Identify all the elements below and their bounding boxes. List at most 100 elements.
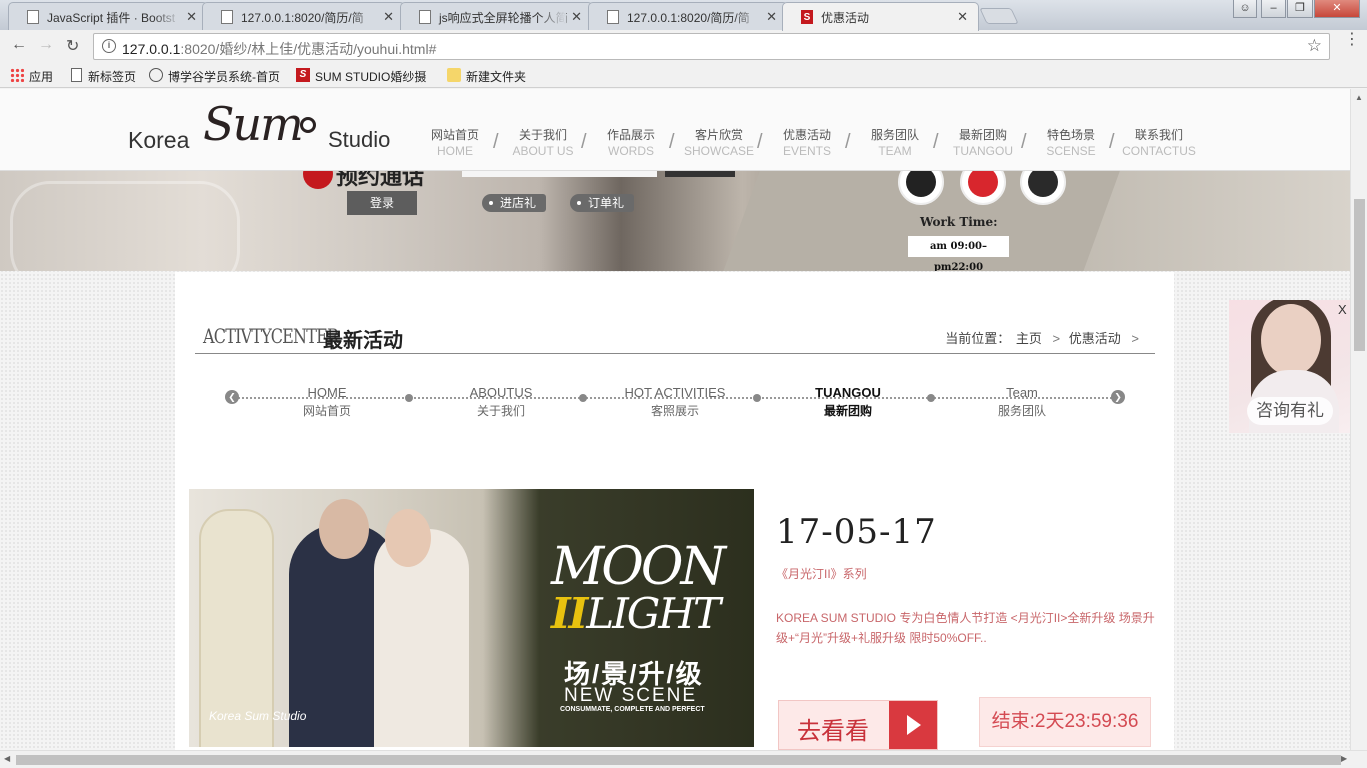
menu-icon[interactable]: ⋮ <box>1344 32 1360 48</box>
logo-studio: Studio <box>328 127 391 152</box>
promo-series[interactable]: 《月光汀II》系列 <box>776 565 867 582</box>
photo-decor <box>319 499 369 559</box>
work-time-label: Work Time: <box>920 215 998 229</box>
new-tab-button[interactable] <box>979 8 1019 24</box>
consult-widget[interactable]: 咨询有礼 <box>1229 300 1350 433</box>
promo-new-scene: NEW SCENE <box>564 685 698 706</box>
close-icon[interactable]: ✕ <box>571 9 582 25</box>
nav-en: ABOUT US <box>512 144 574 158</box>
bookmark-new-tab[interactable]: 新标签页 <box>69 68 136 85</box>
close-icon[interactable]: ✕ <box>957 9 968 25</box>
scroll-up-icon[interactable]: ▲ <box>1355 93 1363 102</box>
nav-scense[interactable]: 特色场景 SCENSE <box>1027 127 1115 159</box>
subnav-hot-activities[interactable]: HOT ACTIVITIES 客照展示 <box>605 384 745 420</box>
subnav-cn: 网站首页 <box>302 404 351 418</box>
browser-tab[interactable]: 127.0.0.1:8020/简历/简 ✕ <box>202 2 405 30</box>
tag-order-gift[interactable]: 订单礼 <box>570 194 635 212</box>
forward-icon[interactable]: → <box>38 36 54 54</box>
close-icon[interactable]: ✕ <box>766 9 777 25</box>
bookmark-folder[interactable]: 新建文件夹 <box>447 68 526 85</box>
brand-icon <box>303 171 333 189</box>
login-button[interactable]: 登录 <box>347 191 417 215</box>
close-icon[interactable]: ✕ <box>383 9 394 25</box>
promo-image[interactable]: MOON IILIGHT 场/景/升/级 NEW SCENE CONSUMMAT… <box>189 489 754 747</box>
nav-home[interactable]: 网站首页 HOME <box>411 127 499 159</box>
bookmark-apps[interactable]: 应用 <box>10 68 53 85</box>
breadcrumb-events[interactable]: 优惠活动 <box>1069 331 1121 346</box>
apps-icon <box>10 68 24 82</box>
browser-tab[interactable]: js响应式全屏轮播个人简 ✕ <box>400 2 593 30</box>
main-content: ACTIVTYCENTER 最新活动 当前位置： 主页 > 优惠活动 > ❮ ❯… <box>175 272 1174 750</box>
banner-input[interactable] <box>462 171 657 177</box>
tab-title: 127.0.0.1:8020/简历/简 <box>627 11 750 25</box>
browser-tab[interactable]: JavaScript 插件 · Bootst ✕ <box>8 2 208 30</box>
reload-icon[interactable]: ↻ <box>66 36 79 56</box>
minimize-button[interactable]: – <box>1261 0 1286 18</box>
promo-light-word: LIGHT <box>586 589 721 638</box>
close-icon[interactable]: X <box>1338 302 1347 317</box>
bookmark-boxuegu[interactable]: 博学谷学员系统-首页 <box>149 68 280 85</box>
site-header: Korea Sum Studio 网站首页 HOME / 关于我们 ABOUT US… <box>0 89 1350 171</box>
scroll-right-icon[interactable]: ▶ <box>1341 754 1347 763</box>
window-close-button[interactable]: ✕ <box>1314 0 1360 18</box>
logo-sum: Sum <box>203 97 304 151</box>
promo-light-prefix: II <box>551 589 588 638</box>
subnav-cn: 服务团队 <box>997 404 1046 418</box>
bookmark-sum-studio[interactable]: S SUM STUDIO婚纱摄 <box>296 68 426 85</box>
go-see-button[interactable]: 去看看 <box>778 700 938 750</box>
nav-team[interactable]: 服务团队 TEAM <box>851 127 939 159</box>
rose-icon <box>300 117 316 133</box>
breadcrumb-home[interactable]: 主页 <box>1016 331 1042 346</box>
scroll-thumb[interactable] <box>16 755 1341 765</box>
back-icon[interactable]: ← <box>11 36 27 54</box>
browser-tab-active[interactable]: S 优惠活动 ✕ <box>782 2 979 31</box>
browser-tab-strip: JavaScript 插件 · Bootst ✕ 127.0.0.1:8020/… <box>0 0 1367 31</box>
url-text[interactable]: 127.0.0.1:8020/婚纱/林上佳/优惠活动/youhui.html# <box>122 39 436 59</box>
browser-tab[interactable]: 127.0.0.1:8020/简历/简 ✕ <box>588 2 788 30</box>
subnav-aboutus[interactable]: ABOUTUS 关于我们 <box>431 384 571 420</box>
url-path: :8020/婚纱/林上佳/优惠活动/youhui.html# <box>180 41 437 57</box>
chevron-left-icon[interactable]: ❮ <box>225 390 239 404</box>
nav-cn: 作品展示 <box>606 128 655 142</box>
horizontal-scrollbar[interactable]: ◀ ▶ <box>0 750 1367 768</box>
bookmark-label: 博学谷学员系统-首页 <box>168 70 280 84</box>
subnav-cn: 客照展示 <box>650 404 699 418</box>
s-icon: S <box>801 10 813 24</box>
nav-en: SCENSE <box>1046 144 1096 158</box>
scroll-left-icon[interactable]: ◀ <box>4 754 10 763</box>
subnav-tuangou[interactable]: TUANGOU 最新团购 <box>778 384 918 420</box>
tab-fade <box>538 3 566 30</box>
address-bar[interactable]: i 127.0.0.1:8020/婚纱/林上佳/优惠活动/youhui.html… <box>93 33 1330 60</box>
subnav-en: HOT ACTIVITIES <box>624 385 726 400</box>
subnav-home[interactable]: HOME 网站首页 <box>257 384 397 420</box>
star-icon[interactable]: ☆ <box>1307 36 1322 56</box>
banner-submit-button[interactable] <box>665 171 735 177</box>
breadcrumb-label: 当前位置： <box>945 331 1011 346</box>
nav-cn: 联系我们 <box>1134 128 1183 142</box>
nav-en: TEAM <box>878 144 912 158</box>
nav-about[interactable]: 关于我们 ABOUT US <box>499 127 587 159</box>
nav-showcase[interactable]: 客片欣赏 SHOWCASE <box>675 127 763 159</box>
tab-title: 127.0.0.1:8020/简历/简 <box>241 11 364 25</box>
nav-cn: 服务团队 <box>870 128 919 142</box>
chevron-right-icon[interactable]: ❯ <box>1111 390 1125 404</box>
banner-brand-text: 预约通话 <box>336 171 425 189</box>
section-title: ACTIVTYCENTER 最新活动 <box>203 324 403 352</box>
nav-tuangou[interactable]: 最新团购 TUANGOU <box>939 127 1027 159</box>
maximize-button[interactable]: ❐ <box>1287 0 1313 18</box>
nav-separator: / <box>1021 131 1027 153</box>
scroll-thumb[interactable] <box>1354 199 1365 351</box>
tab-fade <box>350 3 378 30</box>
close-icon[interactable]: ✕ <box>186 9 197 25</box>
consult-label: 咨询有礼 <box>1247 397 1333 425</box>
nav-works[interactable]: 作品展示 WORDS <box>587 127 675 159</box>
nav-events[interactable]: 优惠活动 EVENTS <box>763 127 851 159</box>
tag-store-gift[interactable]: 进店礼 <box>482 194 547 212</box>
nav-contact[interactable]: 联系我们 CONTACTUS <box>1115 127 1203 159</box>
site-logo[interactable]: Korea Sum Studio <box>128 97 398 159</box>
info-icon[interactable]: i <box>102 39 116 53</box>
subnav-team[interactable]: Team 服务团队 <box>952 384 1092 420</box>
user-icon[interactable]: ☺ <box>1233 0 1257 18</box>
vertical-scrollbar[interactable]: ▲ <box>1350 89 1367 750</box>
tab-fade <box>733 3 761 30</box>
